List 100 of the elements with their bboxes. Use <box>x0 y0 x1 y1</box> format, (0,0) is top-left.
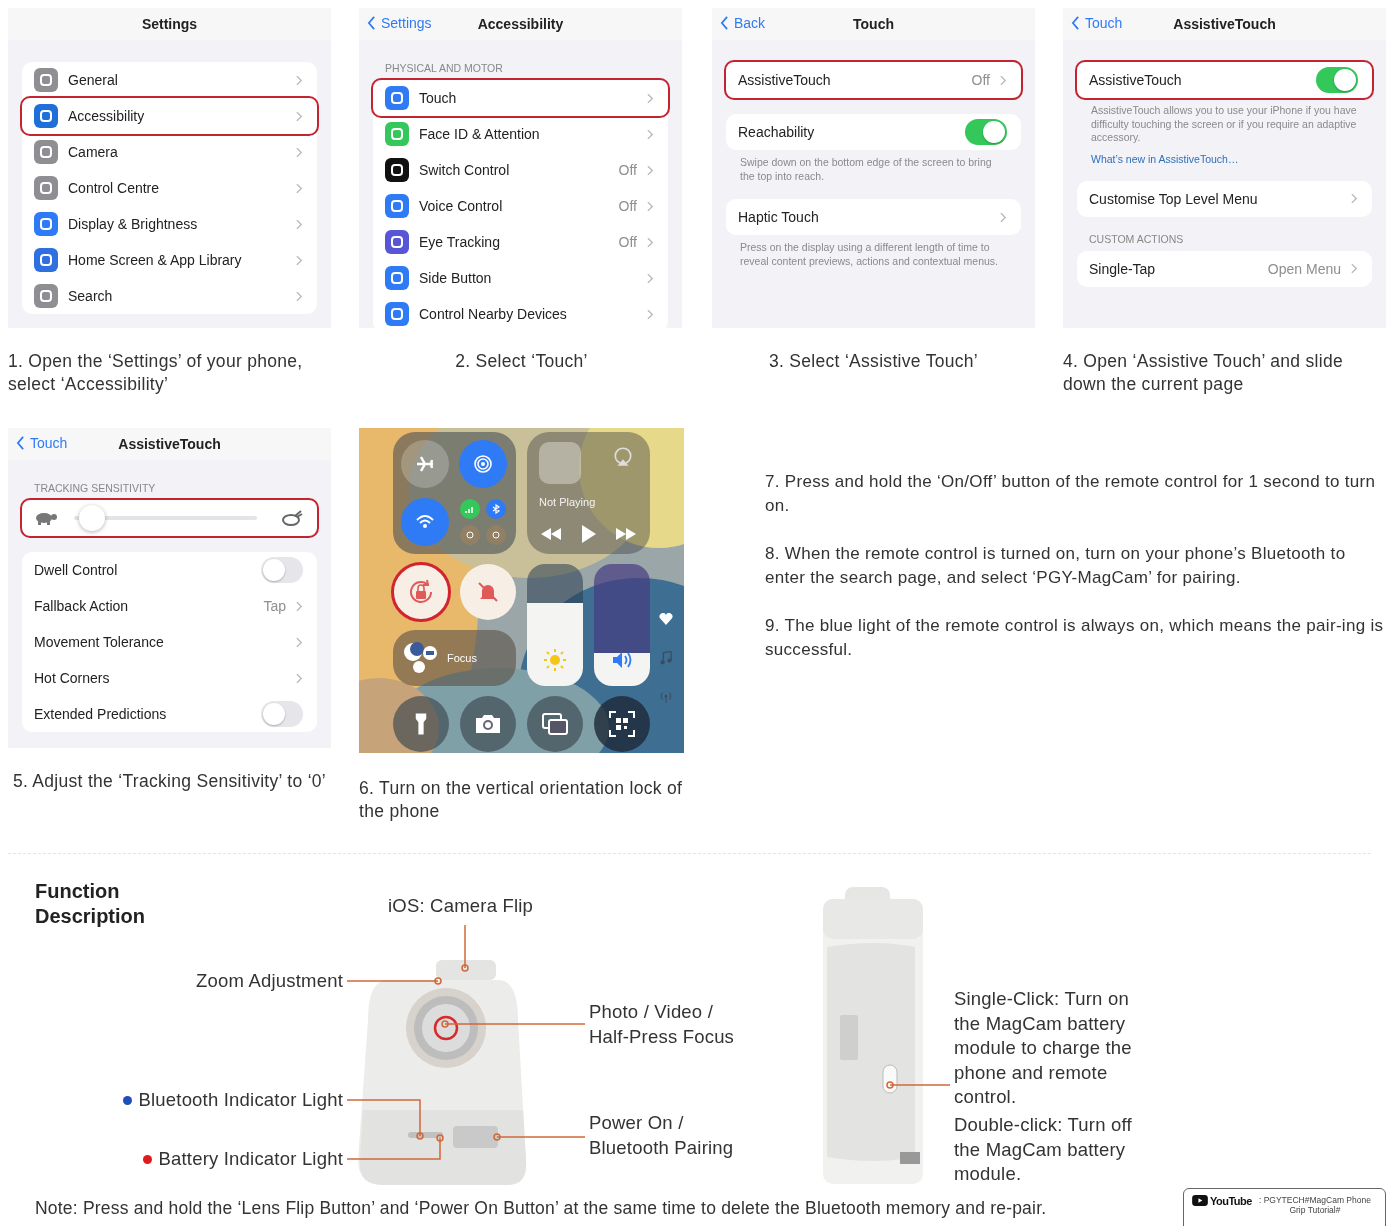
row-value: Off <box>618 198 637 214</box>
badge-text: : PGYTECH#MagCam Phone Grip Tutorial# <box>1257 1195 1372 1215</box>
logo-text: YouTube <box>1210 1195 1252 1207</box>
settings-row[interactable]: Control Nearby Devices <box>373 296 668 328</box>
settings-row[interactable]: AssistiveTouch Off <box>726 62 1021 98</box>
chevron-icon <box>296 672 303 684</box>
settings-row[interactable]: Eye Tracking Off <box>373 224 668 260</box>
row-label: Dwell Control <box>34 562 119 578</box>
chevron-icon <box>647 200 654 212</box>
chevron-icon <box>647 92 654 104</box>
settings-row[interactable]: Search <box>22 278 317 314</box>
airplay-icon[interactable] <box>612 446 634 468</box>
slider[interactable] <box>74 505 257 531</box>
leader-line <box>886 1081 951 1089</box>
screen-mirroring-button[interactable] <box>527 696 583 752</box>
settings-row[interactable] <box>22 500 317 536</box>
back-link[interactable]: Touch <box>16 435 68 451</box>
chevron-icon <box>1000 74 1007 86</box>
note-text: Note: Press and hold the ‘Lens Flip Button’ and ‘Power On Button’ at the same time to delete the Bluetooth memory and re-pair. <box>35 1198 1047 1219</box>
settings-row[interactable]: Accessibility <box>22 98 317 134</box>
airdrop-icon <box>473 454 493 474</box>
section-title: Function Description <box>35 879 147 929</box>
settings-row[interactable]: Camera <box>22 134 317 170</box>
row-label: AssistiveTouch <box>738 72 832 88</box>
chevron-icon <box>296 600 303 612</box>
settings-row[interactable]: Customise Top Level Menu <box>1077 180 1372 217</box>
camera-button[interactable] <box>460 696 516 752</box>
row-label: Eye Tracking <box>419 234 501 250</box>
chevron-icon <box>296 254 303 266</box>
settings-row[interactable]: Dwell Control <box>22 552 317 588</box>
step-caption: 3. Select ‘Assistive Touch’ <box>768 350 979 373</box>
footer-text: Swipe down on the bottom edge of the screen to bring the top into reach. <box>739 155 993 184</box>
settings-row[interactable]: Hot Corners <box>22 660 317 696</box>
settings-row[interactable]: Control Centre <box>22 170 317 206</box>
toggle-switch[interactable] <box>261 701 303 727</box>
settings-row[interactable]: General <box>22 62 317 98</box>
volume-slider[interactable] <box>594 564 650 686</box>
toggle-switch[interactable] <box>965 119 1007 145</box>
back-chevron-icon <box>720 16 729 30</box>
airplane-mode-button[interactable] <box>401 440 449 488</box>
airplane-icon <box>415 454 435 474</box>
toggle-switch[interactable] <box>261 557 303 583</box>
media-status: Not Playing <box>539 496 596 508</box>
screen-title: Touch <box>853 16 894 32</box>
settings-row[interactable]: Home Screen & App Library <box>22 242 317 278</box>
back-link[interactable]: Settings <box>367 15 432 31</box>
settings-row[interactable]: Switch Control Off <box>373 152 668 188</box>
settings-row[interactable]: AssistiveTouch <box>1077 62 1372 98</box>
step-caption: 5. Adjust the ‘Tracking Sensitivity’ to ‘0’ <box>12 770 327 793</box>
qr-code-icon <box>609 711 635 737</box>
chevron-icon <box>296 218 303 230</box>
step-caption: 2. Select ‘Touch’ <box>455 350 588 373</box>
settings-row[interactable]: Single-Tap Open Menu <box>1077 250 1372 287</box>
back-link[interactable]: Touch <box>1071 15 1123 31</box>
row-label: Haptic Touch <box>738 209 820 226</box>
footer-text: AssistiveTouch allows you to use your iPhone if you have difficulty touching the screen or if you require an adaptive accessory. <box>1090 103 1358 145</box>
settings-row[interactable]: Touch <box>373 80 668 116</box>
settings-row[interactable]: Fallback Action Tap <box>22 588 317 624</box>
row-label: Switch Control <box>419 162 511 178</box>
play-icon[interactable] <box>581 525 596 543</box>
chevron-icon <box>296 146 303 158</box>
step-caption: 6. Turn on the vertical orientation lock of the phone <box>359 777 684 823</box>
row-label: Hot Corners <box>34 670 111 686</box>
settings-row[interactable]: Haptic Touch <box>726 199 1021 236</box>
row-value: Open Menu <box>1267 260 1341 277</box>
screen-mirroring-icon <box>541 712 569 736</box>
settings-row[interactable]: Face ID & Attention <box>373 116 668 152</box>
brightness-slider[interactable] <box>527 564 583 686</box>
chevron-icon <box>647 164 654 176</box>
row-value: Off <box>618 234 637 250</box>
row-label: Customise Top Level Menu <box>1089 190 1259 207</box>
settings-row[interactable]: Side Button <box>373 260 668 296</box>
rewind-icon[interactable] <box>541 528 561 540</box>
section-header: CUSTOM ACTIONS <box>1088 232 1185 247</box>
row-label: AssistiveTouch <box>1089 72 1183 88</box>
info-link[interactable]: What’s new in AssistiveTouch… <box>1063 144 1386 165</box>
back-link[interactable]: Back <box>720 15 766 31</box>
step-text: 7. Press and hold the ‘On/Off’ button of the remote control for 1 second to turn on. <box>765 471 1377 517</box>
settings-row[interactable]: Voice Control Off <box>373 188 668 224</box>
callout-label: Photo / Video / Half-Press Focus <box>589 1000 736 1049</box>
back-chevron-icon <box>367 16 376 30</box>
play-logo-icon <box>1192 1195 1208 1206</box>
toggle-switch[interactable] <box>1316 67 1358 93</box>
flashlight-button[interactable] <box>393 696 449 752</box>
step-text: 8. When the remote control is turned on, turn on your phone’s Bluetooth to enter the search page, and select ‘PGY-MagCam’ for pairing. <box>765 543 1347 589</box>
chevron-icon <box>296 110 303 122</box>
tutorial-badge[interactable]: YouTube : PGYTECH#MagCam Phone Grip Tutorial# <box>1183 1188 1386 1226</box>
bell-slash-icon <box>476 580 500 604</box>
settings-row[interactable]: Extended Predictions <box>22 696 317 732</box>
row-label: Control Centre <box>68 180 161 196</box>
callout-label: Single-Click: Turn on the MagCam battery module to charge the phone and remote control. <box>954 987 1133 1109</box>
section-header: TRACKING SENSITIVITY <box>33 482 157 496</box>
fast-forward-icon[interactable] <box>616 528 636 540</box>
settings-row[interactable]: Movement Tolerance <box>22 624 317 660</box>
callout-label: Bluetooth Indicator Light <box>138 1088 343 1112</box>
settings-row[interactable]: Display & Brightness <box>22 206 317 242</box>
focus-button[interactable]: Focus <box>393 630 516 686</box>
row-label: Voice Control <box>419 198 504 214</box>
chevron-icon <box>1000 211 1007 223</box>
settings-row[interactable]: Reachability <box>726 114 1021 150</box>
